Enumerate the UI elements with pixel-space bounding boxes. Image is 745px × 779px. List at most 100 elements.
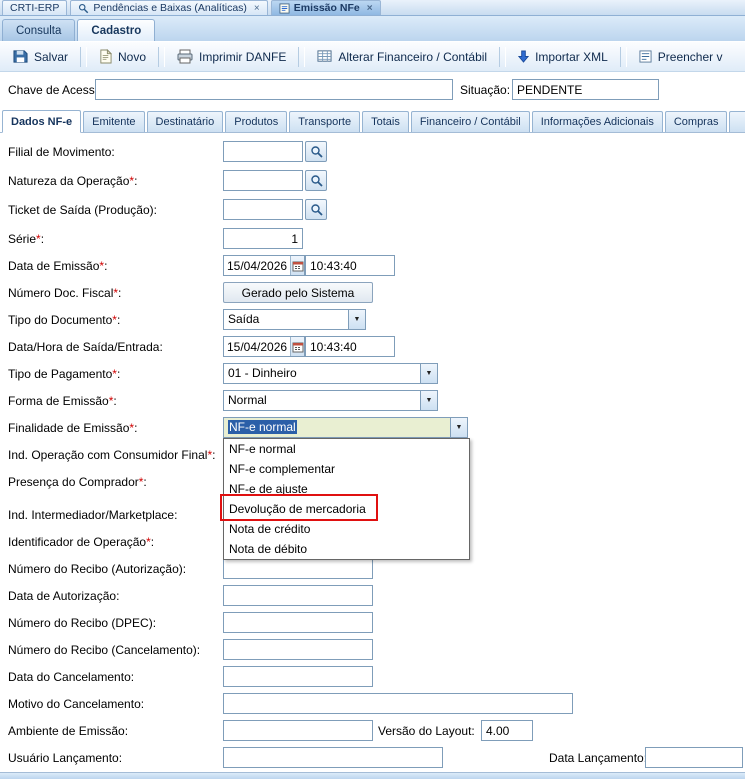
data-autorizacao-input[interactable] bbox=[223, 585, 373, 606]
field-label: Data Lançamento bbox=[549, 751, 644, 765]
data-saida-date-input[interactable]: 15/04/2026 bbox=[223, 336, 305, 357]
dropdown-option-nota-debito[interactable]: Nota de débito bbox=[224, 539, 469, 559]
field-label: Número do Recibo (DPEC) bbox=[8, 616, 153, 630]
chevron-down-icon[interactable]: ▼ bbox=[420, 364, 437, 383]
magnifier-icon bbox=[310, 203, 323, 216]
tab-compras[interactable]: Compras bbox=[664, 111, 728, 132]
dropdown-option-nota-credito[interactable]: Nota de crédito bbox=[224, 519, 469, 539]
form-row-data-emissao: Data de Emissão*: 15/04/2026 bbox=[8, 255, 742, 277]
printer-icon bbox=[177, 49, 193, 64]
status-label: Situação: bbox=[460, 83, 511, 97]
finalidade-select[interactable]: NF-e normal ▼ bbox=[223, 417, 468, 438]
data-cancelamento-input[interactable] bbox=[223, 666, 373, 687]
dropdown-option-devolucao-mercadoria[interactable]: Devolução de mercadoria bbox=[224, 499, 469, 519]
close-icon[interactable]: × bbox=[254, 3, 260, 14]
tab-consulta[interactable]: Consulta bbox=[2, 19, 76, 41]
tab-emitente[interactable]: Emitente bbox=[83, 111, 145, 132]
tab-produtos[interactable]: Produtos bbox=[225, 111, 288, 132]
serie-input[interactable] bbox=[223, 228, 303, 249]
finalidade-dropdown-list: NF-e normal NF-e complementar NF-e de aj… bbox=[223, 438, 470, 560]
data-emissao-date-input[interactable]: 15/04/2026 bbox=[223, 255, 305, 276]
form-row-natureza: Natureza da Operação*: bbox=[8, 170, 742, 192]
window-tab-emissao-nfe[interactable]: Emissão NFe × bbox=[270, 0, 381, 15]
chevron-down-icon[interactable]: ▼ bbox=[348, 310, 365, 329]
form-row-numero-doc: Número Doc. Fiscal*: Gerado pelo Sistema bbox=[8, 282, 742, 304]
toolbar-separator bbox=[158, 46, 166, 67]
field-label: Ticket de Saída (Produção) bbox=[8, 203, 154, 217]
tab-cadastro[interactable]: Cadastro bbox=[77, 19, 156, 41]
form-row-tipo-pagamento: Tipo de Pagamento*: 01 - Dinheiro ▼ bbox=[8, 363, 742, 385]
fill-values-button[interactable]: Preencher v bbox=[631, 46, 731, 68]
field-label: Data do Cancelamento bbox=[8, 670, 131, 684]
toolbar: Salvar Novo Imprimir DANFE Alterar Finan… bbox=[0, 42, 745, 72]
field-label: Presença do Comprador bbox=[8, 475, 139, 489]
data-lancamento-input[interactable] bbox=[645, 747, 743, 768]
field-label: Ind. Operação com Consumidor Final bbox=[8, 448, 208, 462]
recibo-dpec-input[interactable] bbox=[223, 612, 373, 633]
field-label: Filial de Movimento bbox=[8, 145, 112, 159]
field-label: Data de Emissão bbox=[8, 259, 100, 273]
ticket-lookup-button[interactable] bbox=[305, 199, 327, 220]
magnifier-icon bbox=[310, 174, 323, 187]
download-arrow-icon bbox=[518, 50, 530, 63]
tipo-pagamento-select[interactable]: 01 - Dinheiro ▼ bbox=[223, 363, 438, 384]
form-row-ambiente: Ambiente de Emissão: Versão do Layout: bbox=[8, 720, 742, 742]
print-danfe-button[interactable]: Imprimir DANFE bbox=[169, 45, 294, 68]
recibo-cancelamento-input[interactable] bbox=[223, 639, 373, 660]
filial-lookup-button[interactable] bbox=[305, 141, 327, 162]
data-saida-time-input[interactable] bbox=[305, 336, 395, 357]
window-tab-crti-erp[interactable]: CRTI-ERP bbox=[2, 0, 68, 15]
ticket-input[interactable] bbox=[223, 199, 303, 220]
filial-input[interactable] bbox=[223, 141, 303, 162]
dropdown-option-nfe-ajuste[interactable]: NF-e de ajuste bbox=[224, 479, 469, 499]
tab-informacoes-adicionais[interactable]: Informações Adicionais bbox=[531, 111, 663, 132]
calendar-icon[interactable] bbox=[290, 337, 304, 356]
tipo-documento-select[interactable]: Saída ▼ bbox=[223, 309, 366, 330]
natureza-input[interactable] bbox=[223, 170, 303, 191]
table-icon bbox=[317, 49, 332, 64]
section-tab-bar: Dados NF-e Emitente Destinatário Produto… bbox=[0, 108, 745, 133]
calendar-icon[interactable] bbox=[290, 256, 304, 275]
versao-layout-input[interactable] bbox=[481, 720, 533, 741]
form-row-data-saida: Data/Hora de Saída/Entrada: 15/04/2026 bbox=[8, 336, 742, 358]
field-label: Motivo do Cancelamento bbox=[8, 697, 141, 711]
toolbar-separator bbox=[499, 46, 507, 67]
form-row-tipo-documento: Tipo do Documento*: Saída ▼ bbox=[8, 309, 742, 331]
tab-totais[interactable]: Totais bbox=[362, 111, 409, 132]
search-icon bbox=[78, 3, 89, 14]
forma-emissao-select[interactable]: Normal ▼ bbox=[223, 390, 438, 411]
new-button[interactable]: Novo bbox=[91, 45, 154, 68]
form-row-serie: Série*: bbox=[8, 228, 742, 250]
tab-destinatario[interactable]: Destinatário bbox=[146, 111, 224, 132]
save-button[interactable]: Salvar bbox=[5, 45, 76, 68]
status-value-input[interactable] bbox=[512, 79, 659, 100]
window-tab-pendencias[interactable]: Pendências e Baixas (Analíticas) × bbox=[70, 0, 268, 15]
natureza-lookup-button[interactable] bbox=[305, 170, 327, 191]
tab-transporte[interactable]: Transporte bbox=[289, 111, 361, 132]
dropdown-option-nfe-normal[interactable]: NF-e normal bbox=[224, 439, 469, 459]
import-xml-button[interactable]: Importar XML bbox=[510, 46, 616, 68]
floppy-icon bbox=[13, 49, 28, 64]
access-key-input[interactable] bbox=[95, 79, 453, 100]
close-icon[interactable]: × bbox=[367, 3, 373, 14]
window-tab-label: CRTI-ERP bbox=[10, 2, 60, 14]
motivo-cancelamento-input[interactable] bbox=[223, 693, 573, 714]
window-tab-bar: CRTI-ERP Pendências e Baixas (Analíticas… bbox=[0, 0, 745, 16]
alter-financial-button[interactable]: Alterar Financeiro / Contábil bbox=[309, 45, 495, 68]
recibo-autorizacao-input[interactable] bbox=[223, 558, 373, 579]
ambiente-input[interactable] bbox=[223, 720, 373, 741]
toolbar-separator bbox=[80, 46, 88, 67]
form-row-recibo-autorizacao: Número do Recibo (Autorização): bbox=[8, 558, 742, 580]
chevron-down-icon[interactable]: ▼ bbox=[420, 391, 437, 410]
chevron-down-icon[interactable]: ▼ bbox=[450, 418, 467, 437]
usuario-lancamento-input[interactable] bbox=[223, 747, 443, 768]
tab-financeiro-contabil[interactable]: Financeiro / Contábil bbox=[410, 111, 530, 132]
data-emissao-time-input[interactable] bbox=[305, 255, 395, 276]
field-label: Versão do Layout bbox=[378, 724, 472, 738]
tab-dados-nfe[interactable]: Dados NF-e bbox=[2, 110, 82, 133]
magnifier-icon bbox=[310, 145, 323, 158]
field-label: Forma de Emissão bbox=[8, 394, 109, 408]
tab-clipped[interactable] bbox=[729, 111, 745, 132]
form-row-finalidade: Finalidade de Emissão*: NF-e normal ▼ bbox=[8, 417, 742, 439]
dropdown-option-nfe-complementar[interactable]: NF-e complementar bbox=[224, 459, 469, 479]
